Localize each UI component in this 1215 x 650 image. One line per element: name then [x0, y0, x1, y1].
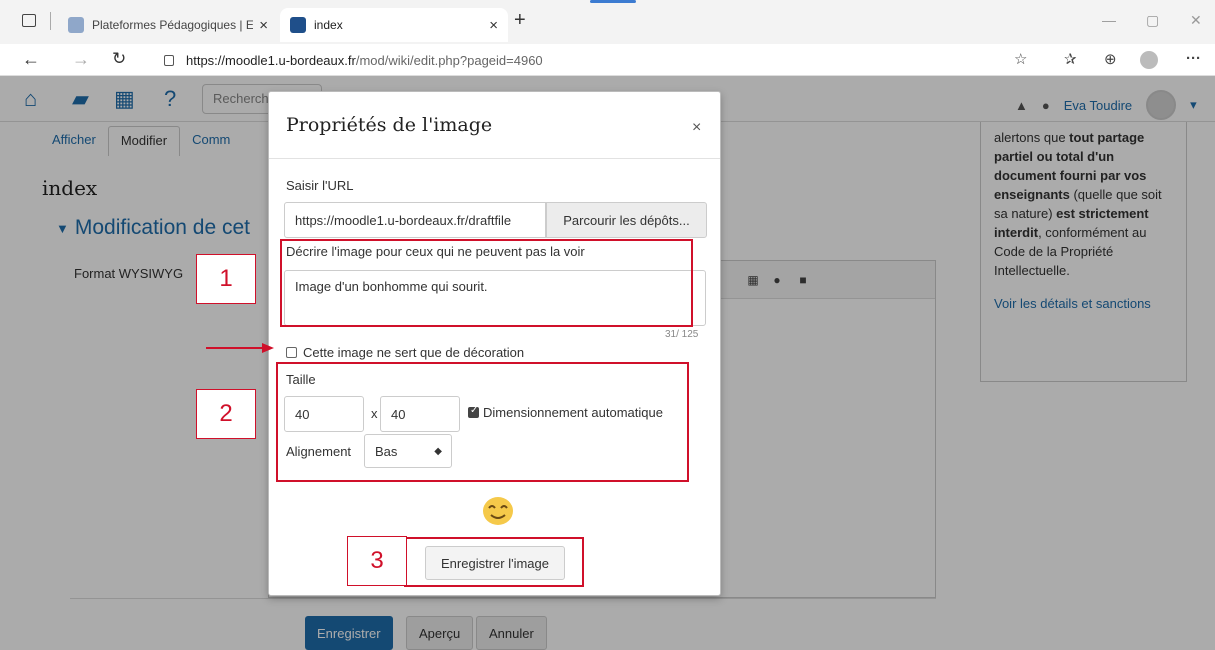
annotation-frame-2 [276, 362, 689, 482]
url-label: Saisir l'URL [286, 178, 354, 193]
annotation-number-2: 2 [196, 389, 256, 439]
annotation-number-3: 3 [347, 536, 407, 586]
url-field[interactable]: https://moodle1.u-bordeaux.fr/mod/wiki/e… [150, 48, 990, 72]
more-icon[interactable]: ··· [1186, 50, 1201, 67]
annotation-arrow-icon [206, 343, 274, 353]
browser-tab-index[interactable]: index × [280, 8, 508, 42]
refresh-icon[interactable]: ↻ [112, 49, 126, 69]
favorites-list-icon[interactable]: ✰ [1064, 50, 1077, 68]
image-properties-dialog: Propriétés de l'image × Saisir l'URL htt… [268, 91, 721, 596]
url-host: https://moodle1.u-bordeaux.fr [186, 52, 356, 68]
collections-icon[interactable]: ⊕ [1104, 50, 1117, 68]
tab-separator [50, 12, 51, 30]
tab-title: index [314, 18, 343, 32]
tab-close-icon[interactable]: × [259, 17, 268, 34]
new-tab-icon[interactable]: + [514, 9, 526, 32]
back-icon[interactable]: ← [22, 49, 40, 70]
forward-icon[interactable]: → [72, 49, 90, 70]
annotation-frame-1 [280, 239, 693, 327]
browser-tab-plateformes[interactable]: Plateformes Pédagogiques | ENT × [58, 8, 278, 42]
close-icon[interactable]: × [692, 119, 701, 137]
address-bar: ← → ↻ https://moodle1.u-bordeaux.fr/mod/… [0, 44, 1215, 76]
decorative-label[interactable]: Cette image ne sert que de décoration [303, 345, 524, 360]
tab-actions-icon[interactable] [22, 14, 36, 27]
smiley-preview-icon [483, 497, 513, 525]
ent-favicon-icon [68, 17, 84, 33]
alt-text-counter: 31/ 125 [665, 329, 699, 340]
maximize-icon[interactable]: ▢ [1146, 12, 1159, 29]
dialog-title: Propriétés de l'image [286, 114, 493, 136]
image-url-input[interactable]: https://moodle1.u-bordeaux.fr/draftfile [284, 202, 546, 238]
browser-tab-bar: Plateformes Pédagogiques | ENT × index ×… [0, 0, 1215, 44]
url-path: /mod/wiki/edit.php?pageid=4960 [355, 52, 543, 68]
dialog-header: Propriétés de l'image × [269, 92, 720, 159]
browse-repositories-button[interactable]: Parcourir les dépôts... [546, 202, 707, 238]
decorative-checkbox[interactable] [286, 347, 297, 358]
minimize-icon[interactable]: — [1102, 12, 1116, 28]
favorite-star-icon[interactable]: ☆ [1014, 50, 1027, 68]
annotation-number-1: 1 [196, 254, 256, 304]
annotation-frame-3 [404, 537, 584, 587]
browser-profile-icon[interactable] [1140, 51, 1158, 69]
close-window-icon[interactable]: ✕ [1190, 12, 1202, 29]
accent-line [590, 0, 636, 3]
tab-close-icon[interactable]: × [489, 17, 498, 34]
lock-icon [164, 54, 174, 66]
moodle-favicon-icon [290, 17, 306, 33]
tab-title: Plateformes Pédagogiques | ENT [92, 18, 254, 32]
